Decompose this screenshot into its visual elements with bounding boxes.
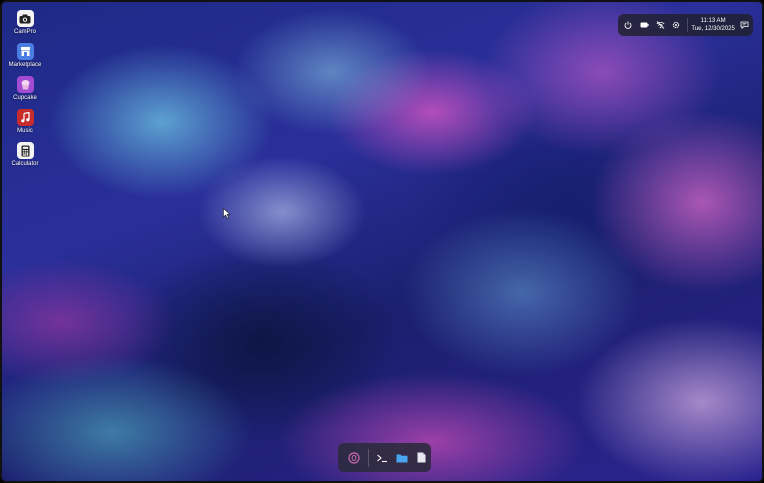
desktop-icon-cupcake[interactable]: Cupcake bbox=[6, 76, 44, 109]
clock[interactable]: 11:13 AM Tue, 12/30/2025 bbox=[691, 17, 735, 33]
system-tray: 11:13 AM Tue, 12/30/2025 bbox=[618, 14, 753, 36]
desktop-icon-campro[interactable]: CamPro bbox=[6, 10, 44, 43]
calculator-icon bbox=[16, 142, 34, 159]
desktop-icon-label: CamPro bbox=[13, 29, 36, 35]
notification-icon[interactable] bbox=[737, 14, 753, 36]
document-icon[interactable] bbox=[411, 447, 431, 469]
clock-time: 11:13 AM bbox=[700, 18, 726, 24]
music-icon bbox=[16, 109, 34, 126]
marketplace-icon bbox=[16, 43, 34, 60]
desktop-icon-column: CamPro Marketplace Cupcake Music Calcula… bbox=[6, 10, 44, 175]
desktop-icon-calculator[interactable]: Calculator bbox=[6, 142, 44, 175]
settings-icon[interactable] bbox=[668, 14, 684, 36]
power-icon[interactable] bbox=[620, 14, 636, 36]
desktop-icon-label: Music bbox=[17, 128, 33, 134]
cupcake-icon bbox=[16, 76, 34, 93]
mouse-cursor-icon bbox=[223, 206, 231, 224]
battery-icon[interactable] bbox=[636, 14, 652, 36]
wallpaper bbox=[2, 2, 762, 481]
camera-icon bbox=[16, 10, 34, 27]
desktop-icon-marketplace[interactable]: Marketplace bbox=[6, 43, 44, 76]
desktop-icon-music[interactable]: Music bbox=[6, 109, 44, 142]
desktop-screen: CamPro Marketplace Cupcake Music Calcula… bbox=[0, 0, 764, 483]
desktop-icon-label: Cupcake bbox=[13, 95, 37, 101]
folder-icon[interactable] bbox=[392, 447, 412, 469]
launcher-icon[interactable] bbox=[344, 447, 364, 469]
tray-divider bbox=[687, 18, 689, 32]
desktop-icon-label: Marketplace bbox=[8, 62, 42, 68]
taskbar-divider bbox=[367, 448, 369, 467]
wifi-off-icon[interactable] bbox=[652, 14, 668, 36]
terminal-icon[interactable] bbox=[372, 447, 392, 469]
desktop-icon-label: Calculator bbox=[11, 161, 39, 167]
clock-date: Tue, 12/30/2025 bbox=[691, 26, 735, 32]
taskbar bbox=[338, 443, 431, 472]
